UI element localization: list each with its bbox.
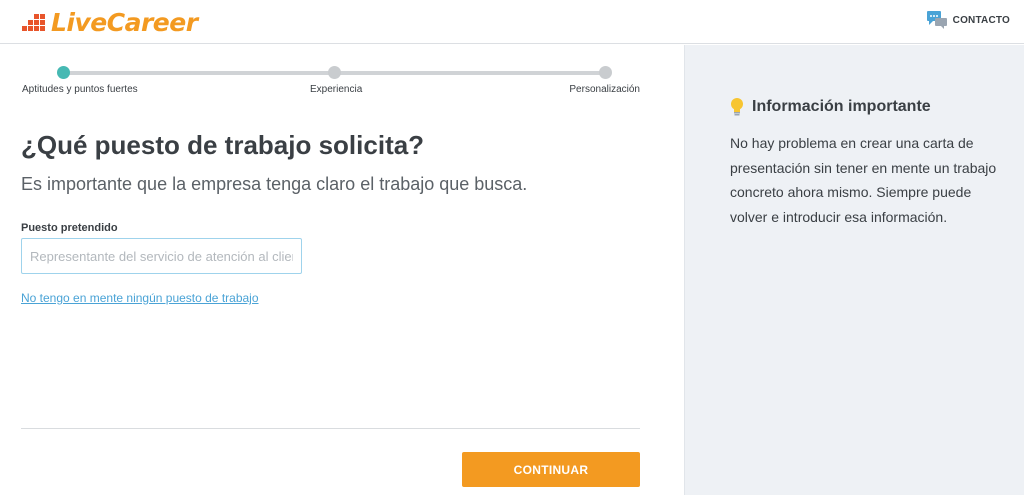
info-title: Información importante — [752, 98, 931, 115]
progress-stepper: Aptitudes y puntos fuertes Experiencia P… — [22, 65, 640, 105]
chat-bubbles-icon — [926, 11, 947, 29]
logo-text: LiveCareer — [51, 7, 198, 37]
step-label-personalizacion: Personalización — [569, 84, 640, 95]
job-title-input[interactable] — [21, 238, 302, 274]
page-subtitle: Es importante que la empresa tenga claro… — [21, 174, 528, 194]
contact-link[interactable]: CONTACTO — [926, 10, 1010, 30]
info-body: No hay problema en crear una carta de pr… — [730, 135, 997, 225]
step-dot-personalizacion — [599, 66, 612, 79]
continue-button[interactable]: CONTINUAR — [462, 452, 640, 487]
main-content: Aptitudes y puntos fuertes Experiencia P… — [0, 45, 684, 495]
livecareer-logo-icon — [22, 11, 48, 33]
step-dot-experiencia — [328, 66, 341, 79]
contact-label: CONTACTO — [952, 14, 1010, 26]
step-label-experiencia: Experiencia — [310, 84, 363, 95]
page-title: ¿Qué puesto de trabajo solicita? — [21, 130, 425, 160]
info-sidebar: Información importante No hay problema e… — [684, 45, 1024, 495]
livecareer-logo[interactable]: LiveCareer — [22, 7, 198, 37]
lightbulb-icon — [731, 98, 743, 116]
top-header: LiveCareer CONTACTO — [0, 0, 1024, 44]
step-label-aptitudes: Aptitudes y puntos fuertes — [22, 84, 138, 95]
info-header: Información importante — [730, 97, 931, 117]
no-job-link[interactable]: No tengo en mente ningún puesto de traba… — [21, 291, 259, 305]
job-field-label: Puesto pretendido — [21, 222, 118, 234]
step-dot-aptitudes — [57, 66, 70, 79]
divider — [21, 428, 640, 429]
